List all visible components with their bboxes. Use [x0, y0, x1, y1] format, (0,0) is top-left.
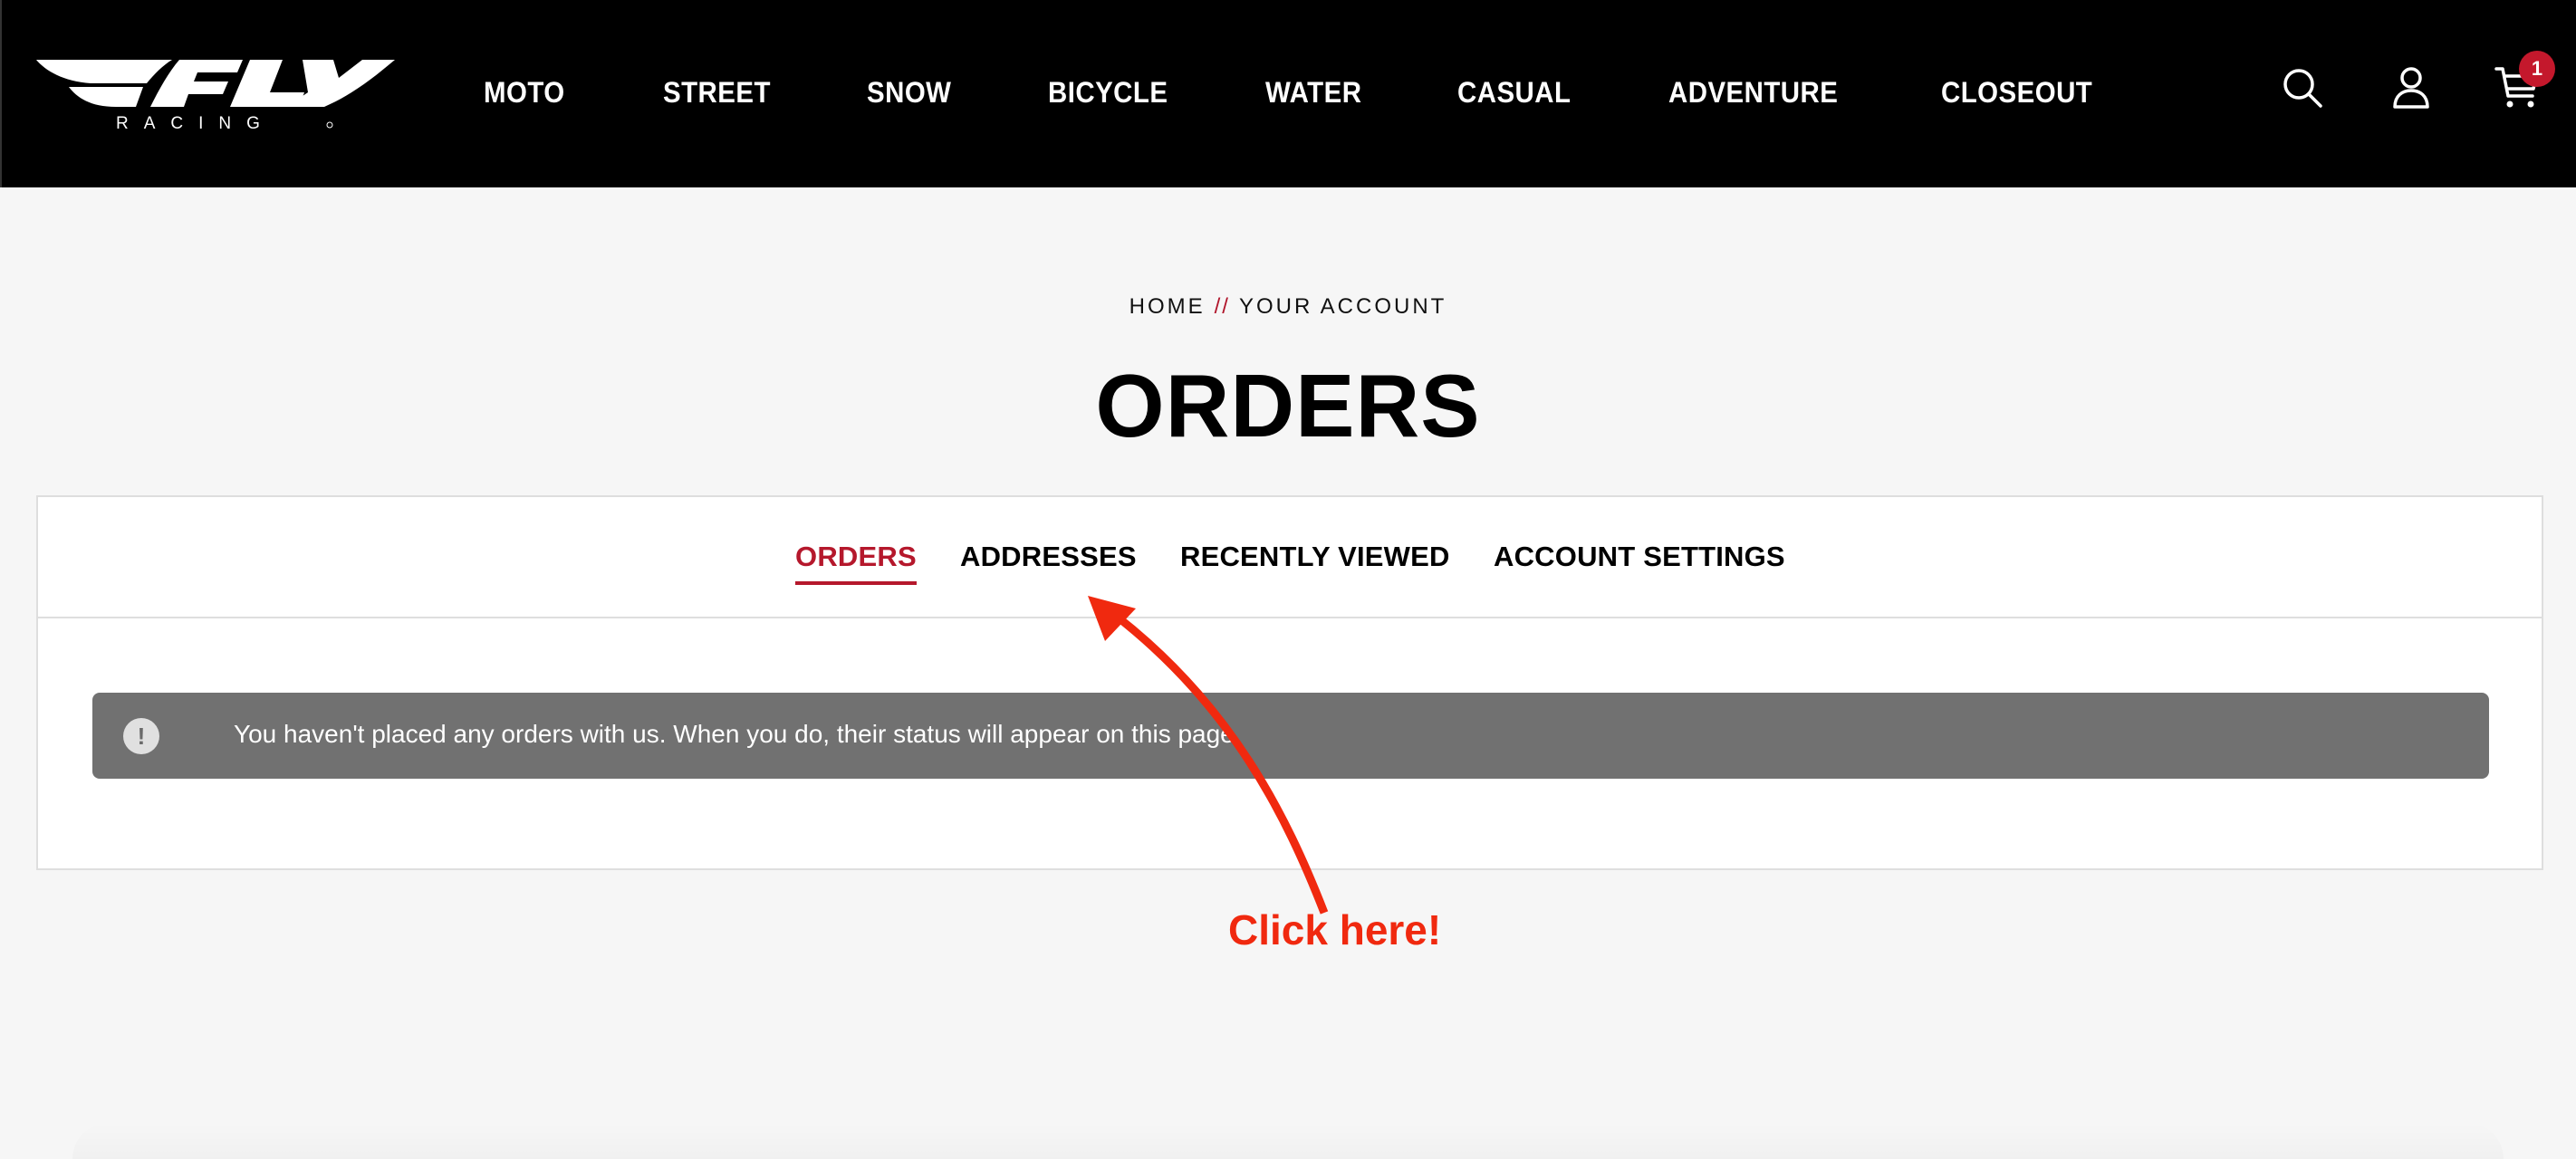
fly-racing-logo[interactable]: RACING	[36, 56, 395, 132]
page-bottom-shade	[72, 1123, 2504, 1159]
tab-recently-viewed[interactable]: RECENTLY VIEWED	[1180, 541, 1450, 573]
breadcrumb-current: YOUR ACCOUNT	[1238, 294, 1447, 319]
alert-exclamation-icon: !	[123, 718, 159, 754]
nav-street[interactable]: STREET	[663, 72, 771, 112]
site-header: RACING MOTO STREET SNOW BICYCLE WATER CA…	[0, 0, 2576, 187]
tab-orders[interactable]: ORDERS	[795, 541, 917, 585]
nav-bicycle[interactable]: BICYCLE	[1048, 72, 1168, 112]
account-tabs: ORDERS ADDRESSES RECENTLY VIEWED ACCOUNT…	[38, 497, 2542, 618]
nav-closeout[interactable]: CLOSEOUT	[1941, 72, 2092, 112]
nav-moto[interactable]: MOTO	[484, 72, 565, 112]
breadcrumb: HOME // YOUR ACCOUNT	[0, 294, 2576, 320]
breadcrumb-separator: //	[1214, 294, 1230, 319]
nav-adventure[interactable]: ADVENTURE	[1668, 72, 1838, 112]
nav-casual[interactable]: CASUAL	[1457, 72, 1571, 112]
account-panel: ORDERS ADDRESSES RECENTLY VIEWED ACCOUNT…	[36, 495, 2543, 870]
cart-count-badge: 1	[2519, 51, 2555, 87]
nav-water[interactable]: WATER	[1265, 72, 1361, 112]
user-icon[interactable]	[2389, 65, 2434, 110]
tab-account-settings[interactable]: ACCOUNT SETTINGS	[1494, 541, 1785, 573]
alert-message: You haven't placed any orders with us. W…	[234, 720, 1242, 748]
search-icon[interactable]	[2280, 65, 2325, 110]
nav-snow[interactable]: SNOW	[867, 72, 951, 112]
tab-addresses[interactable]: ADDRESSES	[960, 541, 1137, 573]
logo-racing-text: RACING	[116, 114, 275, 132]
page-title: ORDERS	[1095, 356, 1481, 455]
breadcrumb-home[interactable]: HOME	[1129, 294, 1206, 319]
annotation-click-here: Click here!	[1228, 906, 1442, 953]
no-orders-alert: ! You haven't placed any orders with us.…	[92, 693, 2489, 779]
